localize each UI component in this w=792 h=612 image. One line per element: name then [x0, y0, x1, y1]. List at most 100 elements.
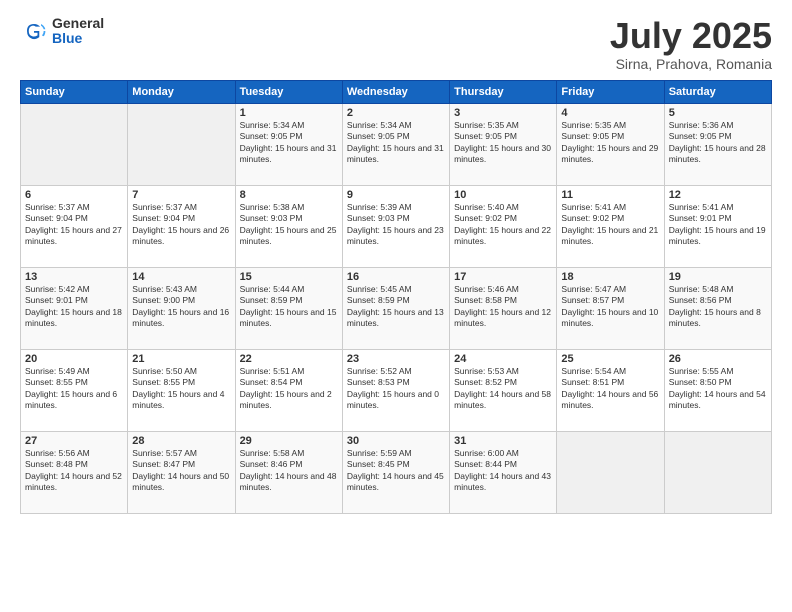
day-number: 11 — [561, 189, 659, 201]
weekday-header: Tuesday — [235, 80, 342, 103]
day-number: 22 — [240, 353, 338, 365]
logo-text: General Blue — [52, 16, 104, 47]
calendar-cell: 16Sunrise: 5:45 AMSunset: 8:59 PMDayligh… — [342, 267, 449, 349]
calendar-cell: 24Sunrise: 5:53 AMSunset: 8:52 PMDayligh… — [450, 349, 557, 431]
calendar-cell: 28Sunrise: 5:57 AMSunset: 8:47 PMDayligh… — [128, 431, 235, 513]
day-info: Sunrise: 5:42 AMSunset: 9:01 PMDaylight:… — [25, 284, 122, 328]
day-number: 4 — [561, 107, 659, 119]
title-block: July 2025 Sirna, Prahova, Romania — [610, 16, 772, 72]
day-number: 28 — [132, 435, 230, 447]
calendar-cell: 15Sunrise: 5:44 AMSunset: 8:59 PMDayligh… — [235, 267, 342, 349]
calendar-cell: 13Sunrise: 5:42 AMSunset: 9:01 PMDayligh… — [21, 267, 128, 349]
day-number: 25 — [561, 353, 659, 365]
calendar-cell: 26Sunrise: 5:55 AMSunset: 8:50 PMDayligh… — [664, 349, 771, 431]
day-number: 17 — [454, 271, 552, 283]
calendar-week-row: 13Sunrise: 5:42 AMSunset: 9:01 PMDayligh… — [21, 267, 772, 349]
day-number: 1 — [240, 107, 338, 119]
weekday-header: Thursday — [450, 80, 557, 103]
day-number: 3 — [454, 107, 552, 119]
day-number: 31 — [454, 435, 552, 447]
calendar-cell: 12Sunrise: 5:41 AMSunset: 9:01 PMDayligh… — [664, 185, 771, 267]
calendar-cell — [21, 103, 128, 185]
day-info: Sunrise: 5:40 AMSunset: 9:02 PMDaylight:… — [454, 202, 551, 246]
day-info: Sunrise: 5:37 AMSunset: 9:04 PMDaylight:… — [132, 202, 229, 246]
weekday-header: Wednesday — [342, 80, 449, 103]
day-info: Sunrise: 5:38 AMSunset: 9:03 PMDaylight:… — [240, 202, 337, 246]
day-number: 7 — [132, 189, 230, 201]
day-info: Sunrise: 5:48 AMSunset: 8:56 PMDaylight:… — [669, 284, 761, 328]
calendar-cell: 22Sunrise: 5:51 AMSunset: 8:54 PMDayligh… — [235, 349, 342, 431]
day-number: 19 — [669, 271, 767, 283]
calendar-week-row: 1Sunrise: 5:34 AMSunset: 9:05 PMDaylight… — [21, 103, 772, 185]
page-header: General Blue July 2025 Sirna, Prahova, R… — [20, 16, 772, 72]
day-info: Sunrise: 5:44 AMSunset: 8:59 PMDaylight:… — [240, 284, 337, 328]
day-info: Sunrise: 5:39 AMSunset: 9:03 PMDaylight:… — [347, 202, 444, 246]
calendar-week-row: 6Sunrise: 5:37 AMSunset: 9:04 PMDaylight… — [21, 185, 772, 267]
weekday-header: Friday — [557, 80, 664, 103]
day-info: Sunrise: 6:00 AMSunset: 8:44 PMDaylight:… — [454, 448, 551, 492]
day-info: Sunrise: 5:35 AMSunset: 9:05 PMDaylight:… — [561, 120, 658, 164]
day-info: Sunrise: 5:41 AMSunset: 9:01 PMDaylight:… — [669, 202, 766, 246]
day-number: 15 — [240, 271, 338, 283]
calendar-cell — [664, 431, 771, 513]
day-info: Sunrise: 5:56 AMSunset: 8:48 PMDaylight:… — [25, 448, 122, 492]
day-number: 6 — [25, 189, 123, 201]
day-number: 14 — [132, 271, 230, 283]
logo-blue-text: Blue — [52, 31, 104, 46]
day-info: Sunrise: 5:47 AMSunset: 8:57 PMDaylight:… — [561, 284, 658, 328]
day-number: 21 — [132, 353, 230, 365]
calendar-cell: 17Sunrise: 5:46 AMSunset: 8:58 PMDayligh… — [450, 267, 557, 349]
location: Sirna, Prahova, Romania — [610, 56, 772, 72]
calendar-cell: 11Sunrise: 5:41 AMSunset: 9:02 PMDayligh… — [557, 185, 664, 267]
calendar-cell: 21Sunrise: 5:50 AMSunset: 8:55 PMDayligh… — [128, 349, 235, 431]
month-title: July 2025 — [610, 16, 772, 56]
day-number: 16 — [347, 271, 445, 283]
day-number: 12 — [669, 189, 767, 201]
calendar-week-row: 27Sunrise: 5:56 AMSunset: 8:48 PMDayligh… — [21, 431, 772, 513]
logo-general-text: General — [52, 16, 104, 31]
logo: General Blue — [20, 16, 104, 47]
calendar-cell: 25Sunrise: 5:54 AMSunset: 8:51 PMDayligh… — [557, 349, 664, 431]
day-info: Sunrise: 5:45 AMSunset: 8:59 PMDaylight:… — [347, 284, 444, 328]
day-number: 2 — [347, 107, 445, 119]
day-info: Sunrise: 5:58 AMSunset: 8:46 PMDaylight:… — [240, 448, 337, 492]
calendar-cell: 2Sunrise: 5:34 AMSunset: 9:05 PMDaylight… — [342, 103, 449, 185]
calendar-cell: 27Sunrise: 5:56 AMSunset: 8:48 PMDayligh… — [21, 431, 128, 513]
day-info: Sunrise: 5:36 AMSunset: 9:05 PMDaylight:… — [669, 120, 766, 164]
day-number: 5 — [669, 107, 767, 119]
calendar-cell: 7Sunrise: 5:37 AMSunset: 9:04 PMDaylight… — [128, 185, 235, 267]
calendar-cell: 31Sunrise: 6:00 AMSunset: 8:44 PMDayligh… — [450, 431, 557, 513]
day-info: Sunrise: 5:52 AMSunset: 8:53 PMDaylight:… — [347, 366, 439, 410]
day-number: 30 — [347, 435, 445, 447]
calendar-cell: 10Sunrise: 5:40 AMSunset: 9:02 PMDayligh… — [450, 185, 557, 267]
calendar-cell: 5Sunrise: 5:36 AMSunset: 9:05 PMDaylight… — [664, 103, 771, 185]
calendar-cell: 14Sunrise: 5:43 AMSunset: 9:00 PMDayligh… — [128, 267, 235, 349]
day-number: 20 — [25, 353, 123, 365]
weekday-header: Sunday — [21, 80, 128, 103]
day-info: Sunrise: 5:43 AMSunset: 9:00 PMDaylight:… — [132, 284, 229, 328]
calendar-cell: 4Sunrise: 5:35 AMSunset: 9:05 PMDaylight… — [557, 103, 664, 185]
day-number: 29 — [240, 435, 338, 447]
calendar-week-row: 20Sunrise: 5:49 AMSunset: 8:55 PMDayligh… — [21, 349, 772, 431]
day-number: 9 — [347, 189, 445, 201]
calendar-cell: 23Sunrise: 5:52 AMSunset: 8:53 PMDayligh… — [342, 349, 449, 431]
calendar-cell: 30Sunrise: 5:59 AMSunset: 8:45 PMDayligh… — [342, 431, 449, 513]
day-info: Sunrise: 5:53 AMSunset: 8:52 PMDaylight:… — [454, 366, 551, 410]
day-info: Sunrise: 5:34 AMSunset: 9:05 PMDaylight:… — [240, 120, 337, 164]
day-info: Sunrise: 5:55 AMSunset: 8:50 PMDaylight:… — [669, 366, 766, 410]
day-number: 23 — [347, 353, 445, 365]
weekday-header-row: SundayMondayTuesdayWednesdayThursdayFrid… — [21, 80, 772, 103]
day-info: Sunrise: 5:34 AMSunset: 9:05 PMDaylight:… — [347, 120, 444, 164]
day-info: Sunrise: 5:35 AMSunset: 9:05 PMDaylight:… — [454, 120, 551, 164]
weekday-header: Saturday — [664, 80, 771, 103]
day-info: Sunrise: 5:37 AMSunset: 9:04 PMDaylight:… — [25, 202, 122, 246]
calendar-cell: 6Sunrise: 5:37 AMSunset: 9:04 PMDaylight… — [21, 185, 128, 267]
day-number: 27 — [25, 435, 123, 447]
calendar-table: SundayMondayTuesdayWednesdayThursdayFrid… — [20, 80, 772, 514]
day-number: 10 — [454, 189, 552, 201]
day-info: Sunrise: 5:50 AMSunset: 8:55 PMDaylight:… — [132, 366, 224, 410]
day-number: 24 — [454, 353, 552, 365]
calendar-cell: 29Sunrise: 5:58 AMSunset: 8:46 PMDayligh… — [235, 431, 342, 513]
calendar-cell — [128, 103, 235, 185]
logo-icon — [20, 17, 48, 45]
